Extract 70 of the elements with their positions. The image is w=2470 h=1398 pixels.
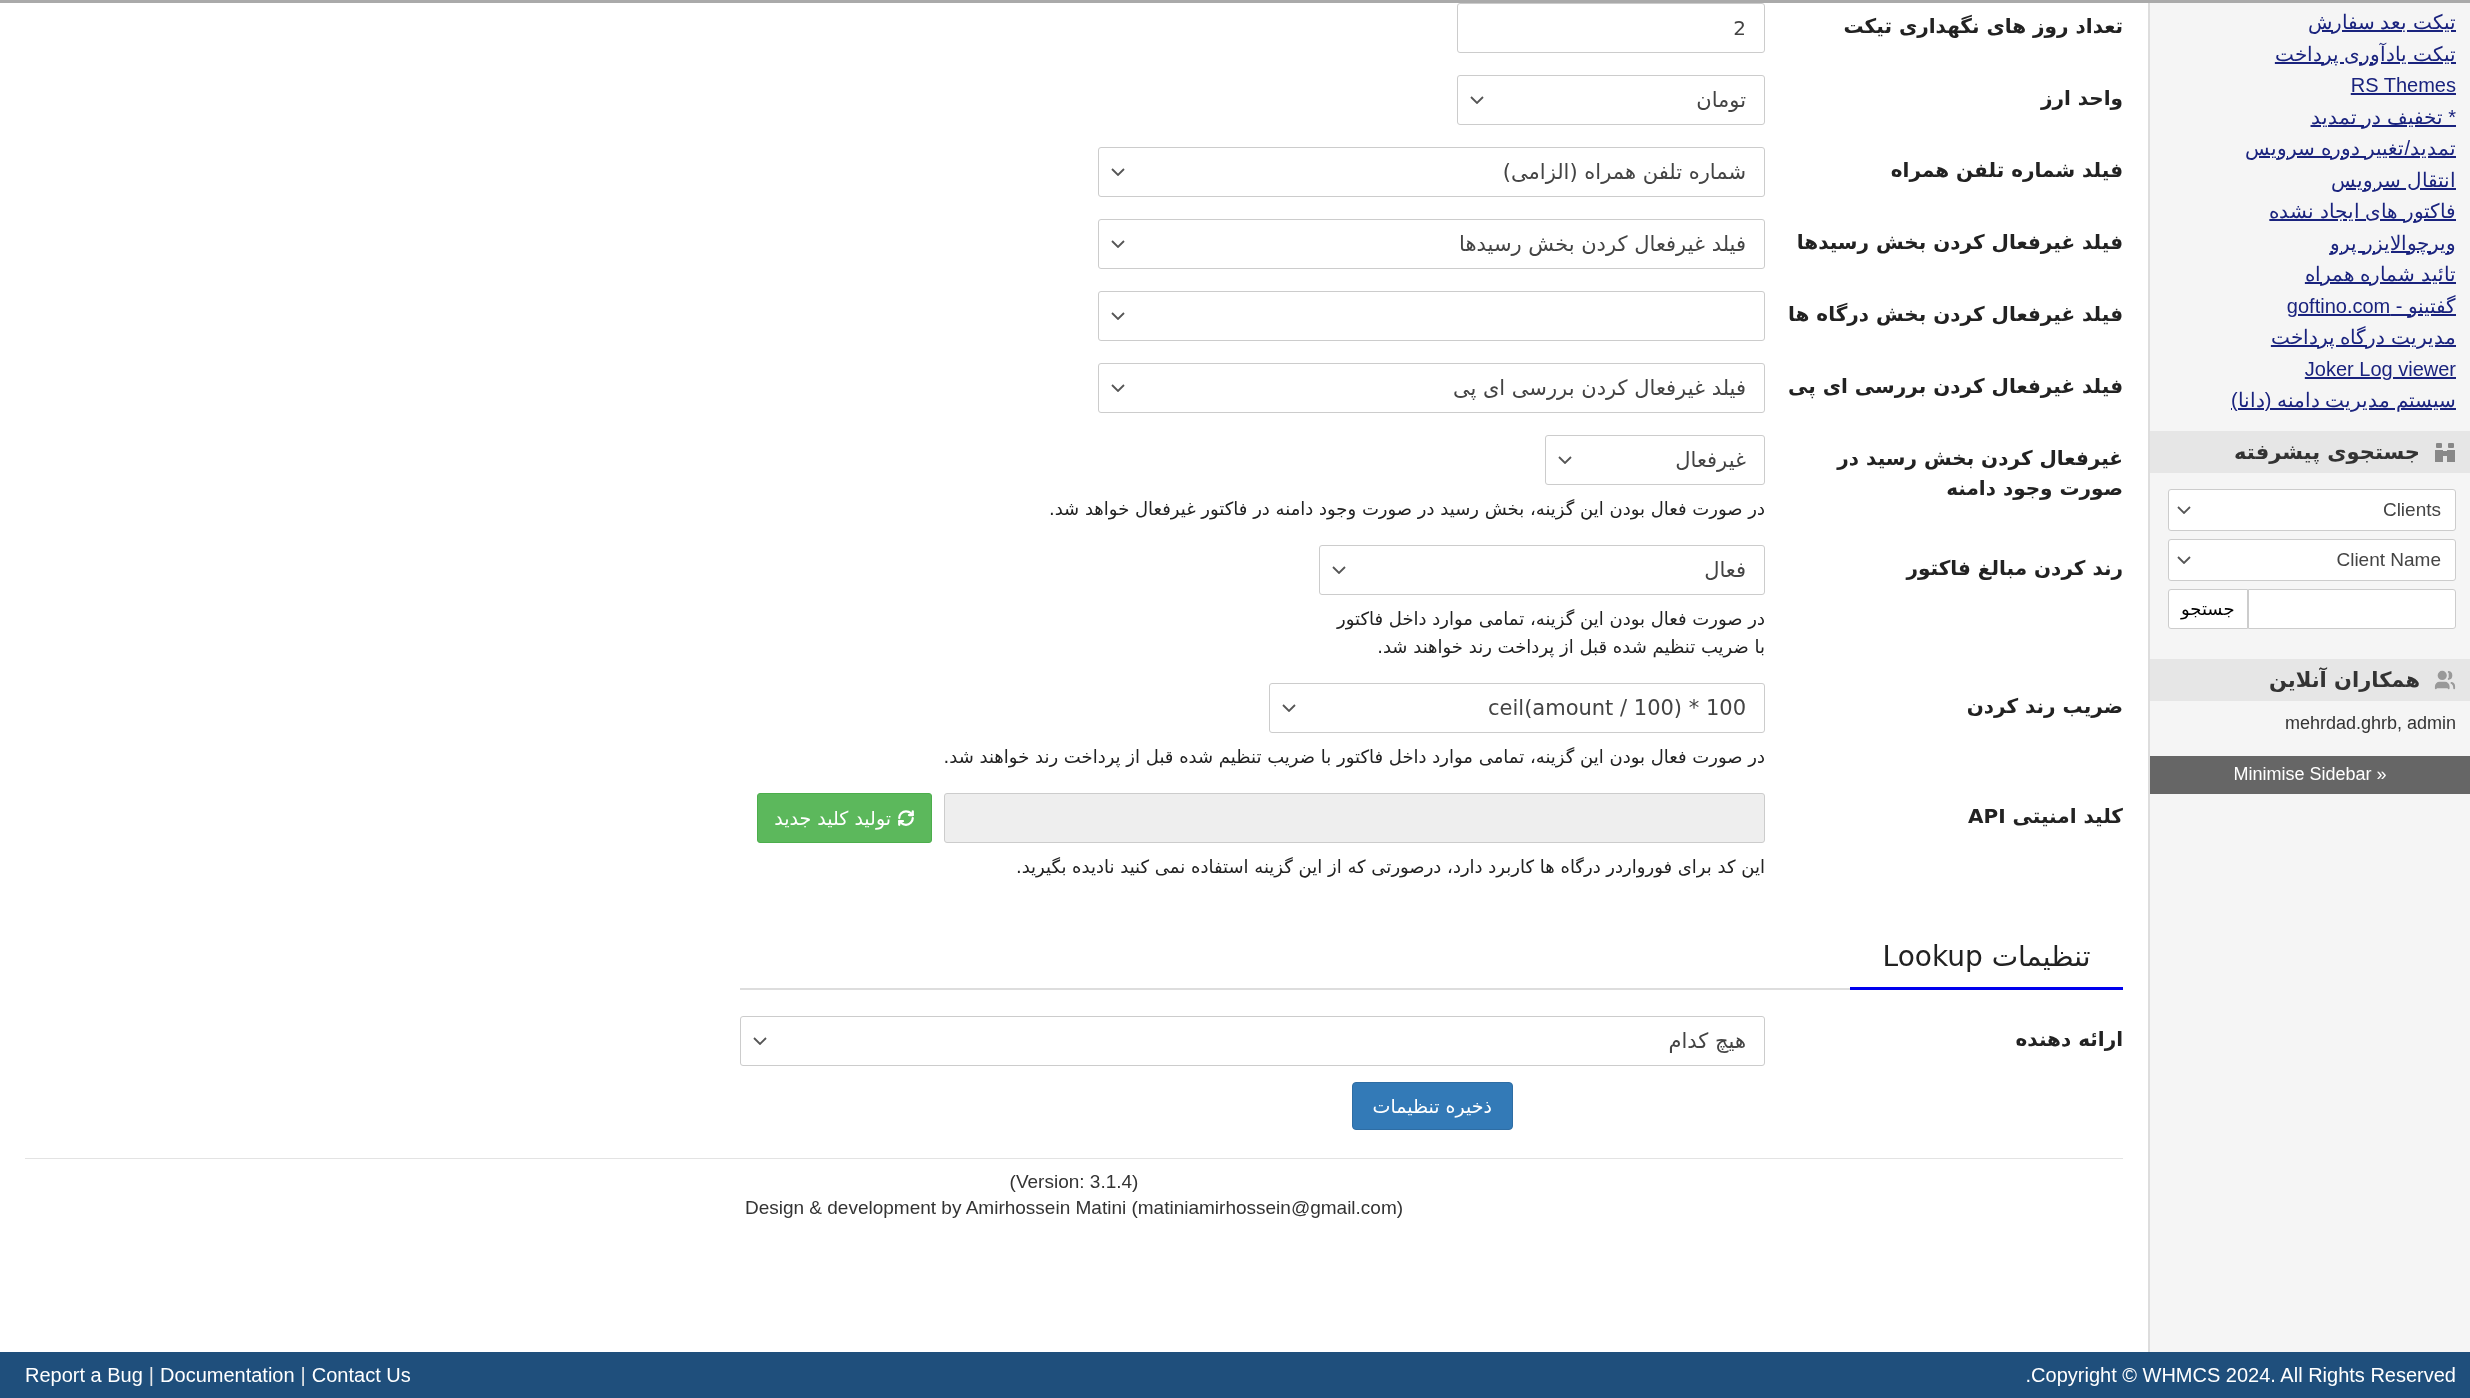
select-field[interactable]: شماره تلفن همراه (الزامی): [1098, 147, 1765, 197]
help-text: در صورت فعال بودن این گزینه، تمامی موارد داخل فاکتور با ضریب تنظیم شده قبل از پرداخت رند خواهند شد.: [1335, 606, 1765, 660]
section-title: جستجوی پیشرفته: [2234, 439, 2420, 464]
chevron-down-icon: [1470, 96, 1484, 104]
sidebar-link[interactable]: * تخفیف در تمدید: [2310, 101, 2456, 133]
chevron-down-icon: [753, 1037, 767, 1046]
field-label: فیلد غیرفعال کردن بخش درگاه ها: [1787, 301, 2123, 328]
credit-text: Design & development by Amirhossein Matini (matiniamirhossein@gmail.com): [743, 1197, 1405, 1220]
field-label: ارائه دهنده: [2014, 1026, 2123, 1054]
field-label: ضریب رند کردن: [1965, 692, 2123, 720]
refresh-icon: [897, 808, 915, 827]
save-button[interactable]: ذخیره تنظیمات: [1351, 1082, 1513, 1131]
online-users-text: mehrdad.ghrb, admin: [2283, 711, 2457, 735]
sidebar-link[interactable]: مدیریت درگاه پرداخت: [2270, 322, 2456, 354]
select-field[interactable]: فیلد غیرفعال کردن بررسی ای پی: [1098, 363, 1765, 413]
select-field[interactable]: غیرفعال: [1545, 435, 1765, 485]
chevron-down-icon: [1111, 240, 1125, 248]
help-text: در صورت فعال بودن این گزینه، تمامی موارد داخل فاکتور با ضریب تنظیم شده قبل از پرداخت رند خواهند شد.: [943, 744, 1765, 770]
chevron-down-icon: [2177, 555, 2191, 564]
sidebar-link[interactable]: گفتینو - goftino.com: [2286, 290, 2456, 322]
field-label: غیرفعال کردن بخش رسید در صورت وجود دامنه: [1835, 445, 2123, 502]
sidebar-link[interactable]: سیستم مدیریت دامنه (دانا): [2231, 385, 2456, 417]
input-field[interactable]: 2: [1457, 3, 1765, 53]
help-text: در صورت فعال بودن این گزینه، بخش رسید در صورت وجود دامنه در فاکتور غیرفعال خواهد شد.: [1048, 497, 1765, 522]
sidebar-link[interactable]: ویرچوالایزر پرو: [2330, 227, 2456, 259]
chevron-down-icon: [1332, 565, 1346, 574]
field-label: واحد ارز: [2039, 85, 2123, 112]
sidebar-link[interactable]: تیکت بعد سفارش: [2307, 7, 2456, 39]
field-label: کلید امنیتی API: [1967, 802, 2123, 830]
field-label: تعداد روز های نگهداری تیکت: [1842, 13, 2123, 40]
binoculars-icon: [2434, 440, 2456, 463]
tab[interactable]: تنظیمات Lookup: [1850, 930, 2123, 991]
field-label: فیلد غیرفعال کردن بررسی ای پی: [1787, 373, 2123, 401]
sidebar-link[interactable]: انتقال سرویس: [2331, 164, 2456, 196]
sidebar-link[interactable]: RS Themes: [2350, 70, 2456, 102]
sidebar-link[interactable]: تیکت یادآوری پرداخت: [2274, 38, 2456, 70]
footer-link[interactable]: Documentation: [160, 1363, 295, 1387]
version-text: (Version: 3.1.4): [1008, 1171, 1140, 1194]
footer-link[interactable]: Contact Us: [311, 1363, 411, 1387]
chevron-down-icon: [1111, 384, 1125, 392]
field-label: رند کردن مبالغ فاکتور: [1904, 554, 2123, 582]
sidebar-link[interactable]: فاکتور های ایجاد نشده: [2269, 196, 2456, 228]
separator: |: [148, 1363, 155, 1387]
select-field[interactable]: تومان: [1457, 75, 1765, 125]
chevron-down-icon: [1282, 703, 1296, 712]
field-label: فیلد شماره تلفن همراه: [1889, 157, 2123, 184]
sidebar-link[interactable]: Joker Log viewer: [2304, 353, 2456, 385]
footer-link[interactable]: Report a Bug: [25, 1363, 143, 1387]
select-field[interactable]: فیلد غیرفعال کردن بخش رسیدها: [1098, 219, 1765, 269]
chevron-down-icon: [1111, 168, 1125, 176]
sidebar-link[interactable]: تائید شماره همراه: [2304, 259, 2456, 291]
sidebar-link[interactable]: تمدید/تغییر دوره سرویس: [2245, 133, 2456, 165]
chevron-down-icon: [1111, 312, 1125, 320]
minimise-sidebar-button[interactable]: Minimise Sidebar »: [2150, 755, 2470, 794]
select-field[interactable]: Clients: [2168, 488, 2456, 531]
select-field[interactable]: فعال: [1319, 544, 1765, 595]
select-field[interactable]: هیچ کدام: [740, 1016, 1765, 1067]
search-button[interactable]: جستجو: [2168, 588, 2248, 629]
users-icon: [2434, 668, 2456, 691]
select-field[interactable]: [1098, 291, 1765, 341]
select-field[interactable]: ceil(amount / 100) * 100: [1269, 682, 1765, 733]
chevron-down-icon: [2177, 505, 2191, 514]
copyright-text: .Copyright © WHMCS 2024. All Rights Reserved: [2025, 1363, 2456, 1387]
help-text: این کد برای فورواردر درگاه ها کاربرد دارد، درصورتی که از این گزینه استفاده نمی کنید نادیده بگیرید.: [1015, 854, 1765, 880]
select-field[interactable]: Client Name: [2168, 538, 2456, 581]
separator: |: [300, 1363, 306, 1387]
search-field[interactable]: [2247, 588, 2456, 629]
chevron-down-icon: [1558, 456, 1572, 464]
field-label: فیلد غیرفعال کردن بخش رسیدها: [1795, 229, 2123, 256]
section-title: همکاران آنلاین: [2268, 667, 2420, 692]
